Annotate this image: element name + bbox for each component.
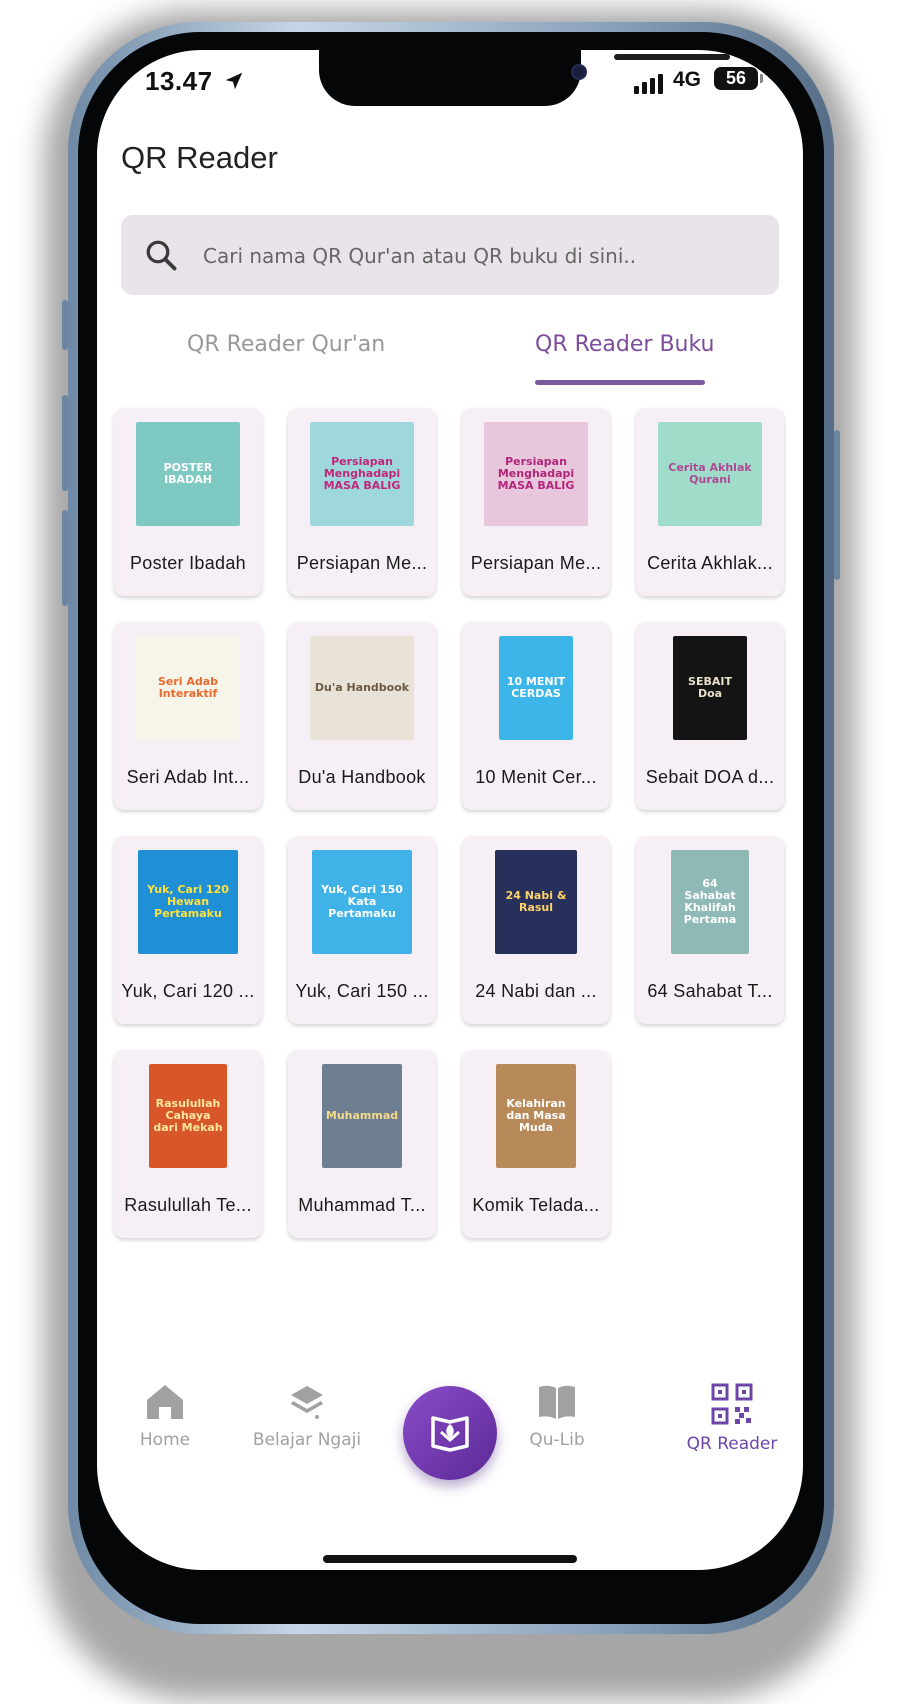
nav-home-label: Home [139, 1430, 191, 1450]
book-cover-image: 10 MENIT CERDAS [499, 636, 573, 740]
book-card[interactable]: SEBAIT Doa Sebait DOA d... [636, 622, 784, 810]
book-cover-image: Du'a Handbook [310, 636, 414, 740]
book-card[interactable]: Yuk, Cari 150 Kata Pertamaku Yuk, Cari 15… [288, 836, 436, 1024]
status-time: 13.47 [145, 66, 213, 96]
book-card[interactable]: Du'a Handbook Du'a Handbook [288, 622, 436, 810]
book-card[interactable]: Rasulullah Cahaya dari Mekah Rasulullah T… [114, 1050, 262, 1238]
book-title: 10 Menit Cer... [475, 767, 597, 787]
book-title: Poster Ibadah [130, 553, 246, 573]
book-title: Seri Adab Int... [126, 767, 250, 787]
app-screen: 13.47 4G 56 QR Reader QR Reader Qur'an Q… [97, 50, 803, 1570]
book-card[interactable]: Kelahiran dan Masa Muda Komik Telada... [462, 1050, 610, 1238]
front-camera [571, 64, 587, 80]
tab-active-indicator [535, 380, 705, 385]
book-cover-title: Persiapan Menghadapi MASA BALIG [323, 455, 401, 492]
book-cover-title: POSTER IBADAH [163, 461, 213, 486]
book-cover-image: Rasulullah Cahaya dari Mekah [149, 1064, 227, 1168]
page-title: QR Reader [121, 140, 278, 175]
book-title: Yuk, Cari 120 ... [121, 981, 255, 1001]
nav-belajar-ngaji[interactable]: Belajar Ngaji [231, 1383, 383, 1450]
book-cover-image: Muhammad [322, 1064, 402, 1168]
book-cover-title: 10 MENIT CERDAS [506, 675, 566, 700]
search-icon [146, 240, 177, 271]
home-indicator [323, 1555, 577, 1563]
nav-qr-reader-label: QR Reader [686, 1434, 778, 1454]
book-cover-title: Rasulullah Cahaya dari Mekah [153, 1097, 223, 1134]
book-cover-image: Seri Adab Interaktif [136, 636, 240, 740]
book-center-icon [431, 1416, 469, 1452]
qr-code-icon [711, 1383, 753, 1425]
book-card[interactable]: 10 MENIT CERDAS 10 Menit Cer... [462, 622, 610, 810]
location-arrow-icon [225, 72, 243, 90]
book-title: Yuk, Cari 150 ... [295, 981, 429, 1001]
book-card[interactable]: 64 Sahabat Khalifah Pertama 64 Sahabat T.… [636, 836, 784, 1024]
tab-qr-reader-buku[interactable]: QR Reader Buku [535, 332, 715, 357]
book-cover-title: Du'a Handbook [314, 681, 410, 694]
book-card[interactable]: POSTER IBADAH Poster Ibadah [114, 408, 262, 596]
book-cover-image: Persiapan Menghadapi MASA BALIG [484, 422, 588, 526]
book-cover-image: Kelahiran dan Masa Muda [496, 1064, 576, 1168]
book-card[interactable]: 24 Nabi & Rasul 24 Nabi dan ... [462, 836, 610, 1024]
notch [319, 50, 730, 106]
book-cover-image: POSTER IBADAH [136, 422, 240, 526]
book-cover-title: Kelahiran dan Masa Muda [506, 1097, 566, 1134]
layers-icon [291, 1386, 323, 1419]
book-cover-title: Yuk, Cari 120 Hewan Pertamaku [147, 883, 229, 920]
book-title: Cerita Akhlak... [647, 553, 773, 573]
book-cover-image: Yuk, Cari 150 Kata Pertamaku [312, 850, 412, 954]
silent-switch [62, 300, 68, 350]
book-card[interactable]: Cerita Akhlak Qurani Cerita Akhlak... [636, 408, 784, 596]
book-cover-image: 64 Sahabat Khalifah Pertama [671, 850, 749, 954]
book-card[interactable]: Persiapan Menghadapi MASA BALIG Persiapan… [288, 408, 436, 596]
book-card[interactable]: Seri Adab Interaktif Seri Adab Int... [114, 622, 262, 810]
book-cover-image: Cerita Akhlak Qurani [658, 422, 762, 526]
book-card[interactable]: Persiapan Menghadapi MASA BALIG Persiapan… [462, 408, 610, 596]
book-title: Persiapan Me... [296, 553, 428, 573]
book-title: 64 Sahabat T... [647, 981, 773, 1001]
book-cover-title: Yuk, Cari 150 Kata Pertamaku [321, 883, 403, 920]
nav-qu-lib[interactable]: Qu-Lib [517, 1383, 597, 1450]
book-title: Rasulullah Te... [124, 1195, 252, 1215]
network-type: 4G [673, 68, 702, 91]
book-cover-title: Persiapan Menghadapi MASA BALIG [497, 455, 575, 492]
nav-qu-lib-label: Qu-Lib [529, 1430, 585, 1450]
tab-qr-reader-quran[interactable]: QR Reader Qur'an [187, 332, 385, 357]
battery-icon: 56 [714, 67, 758, 90]
search-bar[interactable] [121, 215, 779, 295]
book-cover-title: 24 Nabi & Rasul [505, 889, 567, 914]
volume-down-button [62, 510, 68, 606]
book-title: 24 Nabi dan ... [475, 981, 597, 1001]
volume-up-button [62, 395, 68, 491]
book-cover-image: SEBAIT Doa [673, 636, 747, 740]
nav-belajar-ngaji-label: Belajar Ngaji [252, 1430, 362, 1450]
book-cover-title: Muhammad [325, 1109, 399, 1122]
book-cover-title: 64 Sahabat Khalifah Pertama [683, 877, 737, 926]
book-card[interactable]: Muhammad Muhammad T... [288, 1050, 436, 1238]
open-book-icon [539, 1385, 575, 1419]
speaker [614, 54, 730, 60]
book-title: Muhammad T... [298, 1195, 426, 1215]
home-icon [147, 1385, 183, 1419]
book-title: Du'a Handbook [298, 767, 426, 787]
search-input[interactable] [201, 235, 765, 277]
center-book-button[interactable] [403, 1386, 497, 1480]
book-title: Persiapan Me... [470, 553, 602, 573]
book-cover-title: Cerita Akhlak Qurani [668, 461, 752, 486]
book-cover-image: Yuk, Cari 120 Hewan Pertamaku [138, 850, 238, 954]
book-card[interactable]: Yuk, Cari 120 Hewan Pertamaku Yuk, Cari 1… [114, 836, 262, 1024]
book-cover-image: 24 Nabi & Rasul [495, 850, 577, 954]
power-button [834, 430, 840, 580]
book-title: Sebait DOA d... [645, 767, 775, 787]
book-cover-title: Seri Adab Interaktif [157, 675, 219, 700]
nav-home[interactable]: Home [129, 1383, 201, 1450]
book-cover-image: Persiapan Menghadapi MASA BALIG [310, 422, 414, 526]
book-title: Komik Telada... [472, 1195, 600, 1215]
nav-qr-reader[interactable]: QR Reader [677, 1383, 787, 1454]
book-cover-title: SEBAIT Doa [688, 675, 732, 700]
battery-tip [760, 74, 763, 83]
signal-icon [634, 74, 663, 94]
